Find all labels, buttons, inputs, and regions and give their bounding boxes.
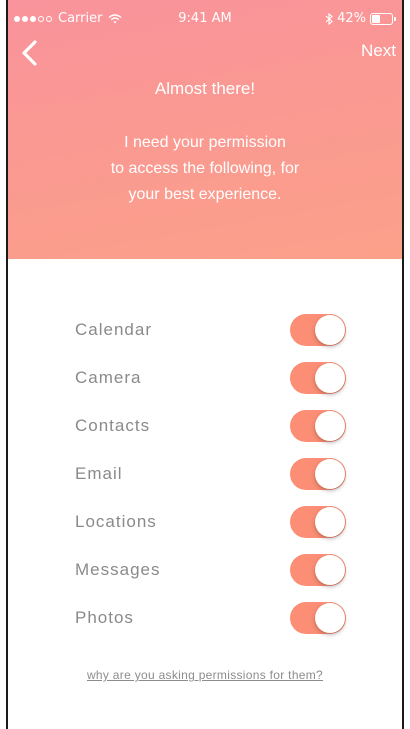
contacts-toggle[interactable] xyxy=(290,410,346,442)
toggle-knob xyxy=(315,315,345,345)
permission-row-camera: Camera xyxy=(8,358,402,406)
permission-row-photos: Photos xyxy=(8,598,402,646)
photos-toggle[interactable] xyxy=(290,602,346,634)
bluetooth-icon xyxy=(325,12,333,25)
page-title: Almost there! xyxy=(154,79,256,98)
permission-label: Email xyxy=(75,464,123,483)
permission-label: Camera xyxy=(75,368,142,387)
permission-label: Contacts xyxy=(75,416,151,435)
message-line: I need your permission xyxy=(124,134,286,151)
permission-row-locations: Locations xyxy=(8,502,402,550)
back-chevron-icon[interactable] xyxy=(18,38,40,68)
app-screen: Carrier 9:41 AM 42% Next Almost there! I… xyxy=(6,0,404,729)
battery-icon xyxy=(370,12,396,25)
camera-toggle[interactable] xyxy=(290,362,346,394)
permission-row-email: Email xyxy=(8,454,402,502)
next-button[interactable]: Next xyxy=(361,41,396,61)
permission-list: Calendar Camera Contacts Email Locations… xyxy=(8,310,402,646)
status-bar: Carrier 9:41 AM 42% xyxy=(8,8,402,28)
message-line: to access the following, for xyxy=(110,160,300,177)
battery-percent: 42% xyxy=(337,11,366,26)
toggle-knob xyxy=(315,459,345,489)
header: Carrier 9:41 AM 42% Next Almost there! I… xyxy=(8,0,402,259)
message-line: your best experience. xyxy=(128,186,282,203)
permission-label: Photos xyxy=(75,608,134,627)
toggle-knob xyxy=(315,555,345,585)
toggle-knob xyxy=(315,603,345,633)
toggle-knob xyxy=(315,411,345,441)
permission-row-calendar: Calendar xyxy=(8,310,402,358)
permission-label: Locations xyxy=(75,512,157,531)
permission-message: I need your permission to access the fol… xyxy=(8,130,402,208)
why-permissions-link[interactable]: why are you asking permissions for them? xyxy=(8,668,402,682)
messages-toggle[interactable] xyxy=(290,554,346,586)
calendar-toggle[interactable] xyxy=(290,314,346,346)
toggle-knob xyxy=(315,363,345,393)
permission-row-contacts: Contacts xyxy=(8,406,402,454)
email-toggle[interactable] xyxy=(290,458,346,490)
permission-label: Calendar xyxy=(75,320,152,339)
status-right: 42% xyxy=(325,11,396,26)
permission-row-messages: Messages xyxy=(8,550,402,598)
permission-label: Messages xyxy=(75,560,161,579)
toggle-knob xyxy=(315,507,345,537)
locations-toggle[interactable] xyxy=(290,506,346,538)
